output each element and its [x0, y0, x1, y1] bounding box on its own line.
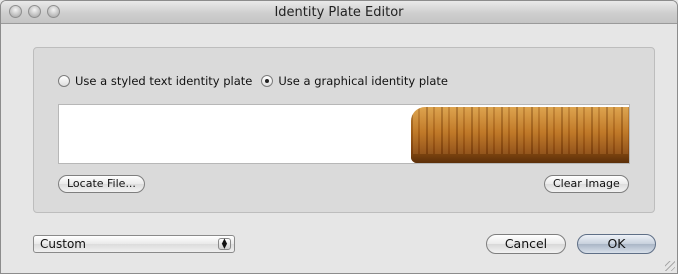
title-bar: Identity Plate Editor: [1, 1, 677, 24]
wood-plate-image: [411, 107, 629, 163]
plate-type-options: Use a styled text identity plate Use a g…: [58, 73, 457, 89]
clear-image-button[interactable]: Clear Image: [544, 175, 629, 193]
locate-file-button[interactable]: Locate File...: [58, 175, 145, 193]
preset-select-value: Custom: [40, 237, 86, 251]
styled-text-radio[interactable]: [58, 75, 70, 87]
identity-plate-panel: Use a styled text identity plate Use a g…: [33, 47, 655, 213]
window-title: Identity Plate Editor: [274, 5, 404, 20]
ok-button[interactable]: OK: [577, 234, 656, 254]
up-down-arrows-icon: ▲ ▼: [218, 238, 231, 250]
graphical-radio[interactable]: [261, 75, 274, 87]
styled-text-radio-label[interactable]: Use a styled text identity plate: [75, 74, 252, 88]
identity-plate-editor-window: Identity Plate Editor Use a styled text …: [0, 0, 678, 274]
graphical-radio-label[interactable]: Use a graphical identity plate: [278, 74, 448, 88]
cancel-button[interactable]: Cancel: [486, 234, 566, 254]
identity-plate-preview: [58, 104, 630, 164]
resize-grip-icon[interactable]: [665, 261, 675, 271]
preset-select[interactable]: Custom ▲ ▼: [33, 235, 235, 253]
